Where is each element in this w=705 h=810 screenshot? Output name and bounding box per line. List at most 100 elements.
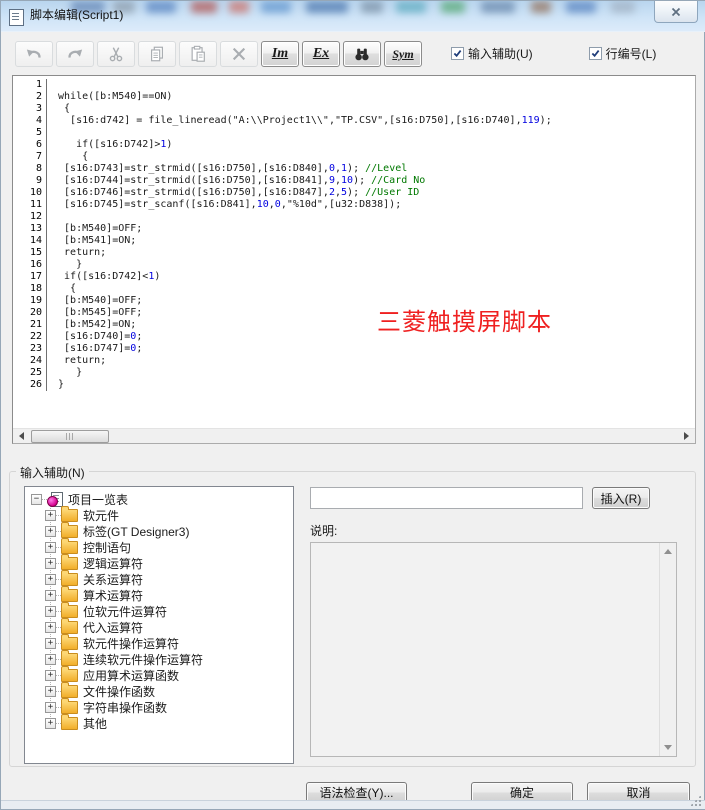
folder-icon — [61, 509, 78, 522]
expand-box-icon[interactable]: + — [45, 526, 56, 537]
expand-box-icon[interactable]: + — [45, 558, 56, 569]
expand-box-icon[interactable]: + — [45, 670, 56, 681]
tree-item-软元件操作运算符[interactable]: +软元件操作运算符 — [25, 635, 293, 651]
tree-item-关系运算符[interactable]: +关系运算符 — [25, 571, 293, 587]
window-title: 脚本编辑(Script1) — [30, 1, 123, 30]
code-line: 23 [s16:D747]=0; — [13, 343, 695, 355]
code-line: 20 [b:M545]=OFF; — [13, 307, 695, 319]
expand-box-icon[interactable]: + — [45, 510, 56, 521]
expand-box-icon[interactable]: + — [45, 574, 56, 585]
line-number: 15 — [13, 247, 46, 259]
code-line: 8 [s16:D743]=str_strmid([s16:D750],[s16:… — [13, 163, 695, 175]
dialog-window: 脚本编辑(Script1) — [0, 0, 705, 810]
tree-item-代入运算符[interactable]: + 代入运算符 — [25, 619, 293, 635]
tree-item-标签(GT Designer3)[interactable]: +标签(GT Designer3) — [25, 523, 293, 539]
tree-item-应用算术运算函数[interactable]: + 应用算术运算函数 — [25, 667, 293, 683]
tree-item-字符串操作函数[interactable]: +字符串操作函数 — [25, 699, 293, 715]
tree-item-label: 控制语句 — [83, 539, 131, 556]
undo-button[interactable] — [15, 41, 53, 67]
editor-horizontal-scrollbar[interactable] — [13, 428, 695, 443]
copy-button[interactable] — [138, 41, 176, 67]
tree-item-位软元件运算符[interactable]: +位软元件运算符 — [25, 603, 293, 619]
cancel-label: 取消 — [626, 784, 650, 801]
folder-icon — [61, 621, 78, 634]
folder-icon — [61, 525, 78, 538]
code-text: } — [46, 259, 695, 271]
symbol-button[interactable]: Sym — [384, 41, 422, 67]
description-box[interactable] — [310, 542, 677, 757]
folder-icon — [61, 701, 78, 714]
scissors-icon — [107, 45, 125, 63]
expand-box-icon[interactable]: + — [45, 654, 56, 665]
project-list-icon — [47, 492, 63, 507]
folder-icon — [61, 653, 78, 666]
export-button[interactable]: Ex — [302, 41, 340, 67]
tree-item-连续软元件操作运算符[interactable]: +连续软元件操作运算符 — [25, 651, 293, 667]
expand-box-icon[interactable]: + — [45, 606, 56, 617]
tree-item-label: 算术运算符 — [83, 587, 143, 604]
expand-box-icon[interactable]: + — [45, 686, 56, 697]
insert-text-input[interactable] — [310, 487, 583, 509]
find-button[interactable] — [343, 41, 381, 67]
expand-box-icon[interactable]: + — [45, 638, 56, 649]
insert-button-label: 插入(R) — [601, 490, 642, 507]
line-number: 4 — [13, 115, 46, 127]
tree-item-软元件[interactable]: +软元件 — [25, 507, 293, 523]
paste-button[interactable] — [179, 41, 217, 67]
input-assist-checkbox[interactable] — [451, 47, 464, 60]
script-editor[interactable]: 12 while([b:M540]==ON)3 {4 [s16:d742] = … — [12, 75, 696, 444]
code-text: [s16:d742] = file_lineread("A:\\Project1… — [46, 115, 695, 127]
import-button[interactable]: Im — [261, 41, 299, 67]
description-scrollbar[interactable] — [659, 543, 676, 756]
scrollbar-thumb[interactable] — [31, 430, 109, 443]
folder-icon — [61, 589, 78, 602]
code-area[interactable]: 12 while([b:M540]==ON)3 {4 [s16:d742] = … — [13, 76, 695, 429]
line-number-checkbox[interactable] — [589, 47, 602, 60]
glass-blur-decoration — [229, 1, 249, 13]
delete-button[interactable] — [220, 41, 258, 67]
close-button[interactable] — [654, 1, 698, 23]
expand-box-icon[interactable]: + — [45, 718, 56, 729]
tree-item-逻辑运算符[interactable]: +逻辑运算符 — [25, 555, 293, 571]
folder-icon — [61, 669, 78, 682]
expand-box-icon[interactable]: + — [45, 622, 56, 633]
insert-button[interactable]: 插入(R) — [592, 487, 650, 509]
code-line: 3 { — [13, 103, 695, 115]
tree-item-label: 代入运算符 — [83, 619, 143, 636]
glass-blur-decoration — [481, 1, 515, 13]
cut-button[interactable] — [97, 41, 135, 67]
script-document-icon — [9, 9, 24, 26]
checkmark-icon — [591, 49, 600, 58]
code-line: 17 if([s16:D742]<1) — [13, 271, 695, 283]
line-number: 25 — [13, 367, 46, 379]
glass-blur-decoration — [611, 1, 635, 13]
copy-icon — [148, 45, 166, 63]
code-line: 9 [s16:D744]=str_strmid([s16:D750],[s16:… — [13, 175, 695, 187]
code-line: 16 } — [13, 259, 695, 271]
glass-blur-decoration — [191, 1, 217, 13]
collapse-box-icon[interactable]: − — [31, 494, 42, 505]
scroll-down-button[interactable] — [660, 740, 676, 755]
tree-root-row[interactable]: − 项目一览表 — [25, 491, 293, 507]
code-text: { — [46, 103, 695, 115]
code-line: 26 } — [13, 379, 695, 391]
code-line: 7 { — [13, 151, 695, 163]
scroll-left-button[interactable] — [14, 429, 29, 442]
tree-item-控制语句[interactable]: + 控制语句 — [25, 539, 293, 555]
scroll-up-button[interactable] — [660, 544, 676, 559]
arrow-down-icon — [664, 745, 672, 750]
code-line: 12 — [13, 211, 695, 223]
tree-item-算术运算符[interactable]: + 算术运算符 — [25, 587, 293, 603]
tree-item-文件操作函数[interactable]: +文件操作函数 — [25, 683, 293, 699]
tree-item-其他[interactable]: +其他 — [25, 715, 293, 731]
scroll-right-button[interactable] — [679, 429, 694, 442]
expand-box-icon[interactable]: + — [45, 702, 56, 713]
expand-box-icon[interactable]: + — [45, 542, 56, 553]
redo-button[interactable] — [56, 41, 94, 67]
expand-box-icon[interactable]: + — [45, 590, 56, 601]
code-text: } — [46, 379, 695, 391]
input-assist-group: 输入辅助(N) − 项目一览表 +软元件+标签(GT Designer3)+控制… — [9, 471, 696, 767]
tree-item-label: 应用算术运算函数 — [83, 667, 179, 684]
input-assist-checkbox-label: 输入辅助(U) — [468, 45, 533, 62]
project-tree-panel[interactable]: − 项目一览表 +软元件+标签(GT Designer3)+控制语句+逻辑运算符… — [24, 486, 294, 764]
